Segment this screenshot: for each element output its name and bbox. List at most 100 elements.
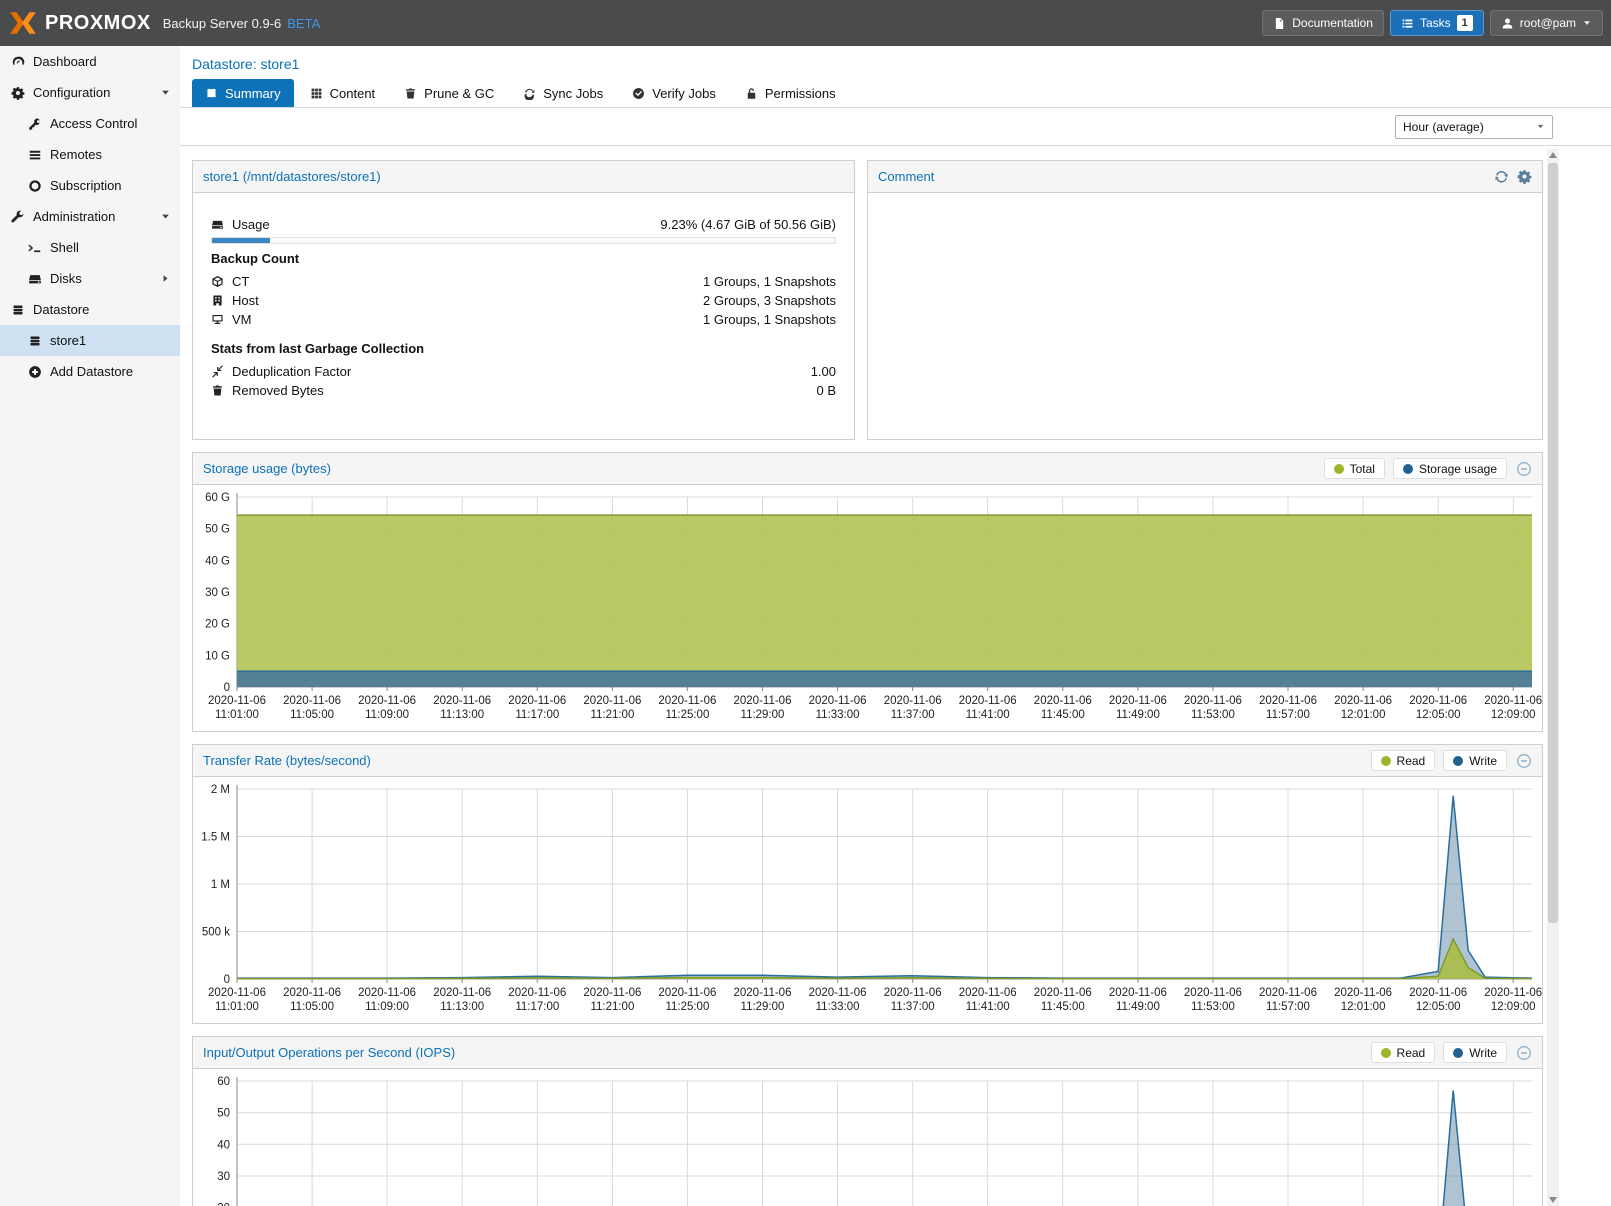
legend-item-total[interactable]: Total bbox=[1324, 458, 1385, 479]
svg-text:2020-11-06: 2020-11-06 bbox=[283, 987, 341, 999]
svg-text:2020-11-06: 2020-11-06 bbox=[959, 695, 1017, 707]
svg-text:2020-11-06: 2020-11-06 bbox=[583, 987, 641, 999]
sidebar-item-access-control[interactable]: Access Control bbox=[0, 108, 180, 139]
usage-progress-fill bbox=[212, 238, 270, 243]
legend-item-write[interactable]: Write bbox=[1443, 1042, 1507, 1063]
svg-text:2020-11-06: 2020-11-06 bbox=[433, 695, 491, 707]
svg-text:12:01:00: 12:01:00 bbox=[1341, 709, 1386, 721]
plus-circle-icon bbox=[28, 365, 42, 379]
check-circle-icon bbox=[632, 87, 645, 100]
svg-text:11:41:00: 11:41:00 bbox=[966, 1001, 1010, 1013]
sidebar-item-dashboard[interactable]: Dashboard bbox=[0, 46, 180, 77]
tab-summary[interactable]: Summary bbox=[192, 79, 294, 107]
row-label: VM bbox=[232, 312, 252, 327]
legend-item-read[interactable]: Read bbox=[1371, 1042, 1436, 1063]
svg-text:11:09:00: 11:09:00 bbox=[365, 709, 409, 721]
svg-text:2020-11-06: 2020-11-06 bbox=[433, 987, 491, 999]
tab-verify-jobs[interactable]: Verify Jobs bbox=[619, 79, 729, 107]
page-title: Datastore: store1 bbox=[180, 46, 1611, 78]
svg-text:2020-11-06: 2020-11-06 bbox=[658, 695, 716, 707]
chevron-right-icon[interactable] bbox=[160, 273, 171, 284]
row-label: Host bbox=[232, 293, 259, 308]
legend-label: Storage usage bbox=[1419, 462, 1497, 476]
svg-text:2020-11-06: 2020-11-06 bbox=[1259, 987, 1317, 999]
monitor-icon bbox=[211, 313, 224, 326]
svg-text:2020-11-06: 2020-11-06 bbox=[884, 695, 942, 707]
sidebar-item-shell[interactable]: Shell bbox=[0, 232, 180, 263]
scrollbar-thumb[interactable] bbox=[1548, 163, 1558, 923]
sidebar-item-label: Remotes bbox=[50, 147, 102, 162]
svg-text:11:57:00: 11:57:00 bbox=[1266, 709, 1310, 721]
vm-row: VM1 Groups, 1 Snapshots bbox=[211, 310, 836, 329]
disk-icon bbox=[28, 272, 42, 286]
usage-progress-bar bbox=[211, 237, 836, 244]
tasks-button[interactable]: Tasks 1 bbox=[1390, 10, 1484, 36]
svg-text:11:37:00: 11:37:00 bbox=[891, 1001, 935, 1013]
scroll-up-arrow-icon[interactable] bbox=[1549, 152, 1557, 158]
svg-text:2020-11-06: 2020-11-06 bbox=[809, 695, 867, 707]
vertical-scrollbar[interactable] bbox=[1547, 149, 1559, 1206]
svg-text:12:05:00: 12:05:00 bbox=[1416, 709, 1461, 721]
svg-text:11:49:00: 11:49:00 bbox=[1116, 709, 1160, 721]
sidebar-item-datastore[interactable]: Datastore bbox=[0, 294, 180, 325]
svg-text:2020-11-06: 2020-11-06 bbox=[208, 987, 266, 999]
time-range-select[interactable]: Hour (average) bbox=[1395, 115, 1553, 139]
chevron-down-icon[interactable] bbox=[160, 211, 171, 222]
tab-prune-gc[interactable]: Prune & GC bbox=[391, 79, 507, 107]
tab-label: Prune & GC bbox=[424, 86, 494, 101]
refresh-icon[interactable] bbox=[1494, 169, 1509, 184]
sidebar-item-configuration[interactable]: Configuration bbox=[0, 77, 180, 108]
tab-content[interactable]: Content bbox=[297, 79, 389, 107]
svg-text:500 k: 500 k bbox=[202, 927, 230, 939]
legend-item-write[interactable]: Write bbox=[1443, 750, 1507, 771]
main-area: Datastore: store1 SummaryContent Prune & … bbox=[180, 46, 1611, 1206]
svg-text:2020-11-06: 2020-11-06 bbox=[1184, 695, 1242, 707]
collapse-icon[interactable] bbox=[1516, 753, 1532, 769]
removed-row: Removed Bytes0 B bbox=[211, 381, 836, 400]
legend-label: Total bbox=[1350, 462, 1375, 476]
svg-text:11:41:00: 11:41:00 bbox=[966, 709, 1010, 721]
wrench-icon bbox=[11, 210, 25, 224]
svg-text:12:01:00: 12:01:00 bbox=[1341, 1001, 1386, 1013]
svg-text:11:29:00: 11:29:00 bbox=[741, 709, 785, 721]
sidebar-item-remotes[interactable]: Remotes bbox=[0, 139, 180, 170]
legend-item-storage-usage[interactable]: Storage usage bbox=[1393, 458, 1507, 479]
sync-icon bbox=[523, 87, 536, 100]
legend-label: Write bbox=[1469, 754, 1497, 768]
svg-text:11:13:00: 11:13:00 bbox=[440, 1001, 484, 1013]
sidebar-item-administration[interactable]: Administration bbox=[0, 201, 180, 232]
sidebar-item-label: Shell bbox=[50, 240, 79, 255]
sidebar-item-subscription[interactable]: Subscription bbox=[0, 170, 180, 201]
legend-item-read[interactable]: Read bbox=[1371, 750, 1436, 771]
svg-text:11:09:00: 11:09:00 bbox=[365, 1001, 409, 1013]
svg-text:2020-11-06: 2020-11-06 bbox=[1109, 695, 1167, 707]
tab-sync-jobs[interactable]: Sync Jobs bbox=[510, 79, 616, 107]
sidebar-item-label: store1 bbox=[50, 333, 86, 348]
svg-text:2020-11-06: 2020-11-06 bbox=[508, 695, 566, 707]
documentation-button[interactable]: Documentation bbox=[1262, 10, 1384, 36]
svg-text:2020-11-06: 2020-11-06 bbox=[1484, 987, 1542, 999]
svg-text:11:37:00: 11:37:00 bbox=[891, 709, 935, 721]
task-list-icon bbox=[1401, 17, 1414, 30]
beta-link[interactable]: BETA bbox=[287, 16, 320, 31]
sidebar-item-label: Disks bbox=[50, 271, 82, 286]
gear-icon[interactable] bbox=[1517, 169, 1532, 184]
scroll-down-arrow-icon[interactable] bbox=[1549, 1197, 1557, 1203]
sidebar-item-disks[interactable]: Disks bbox=[0, 263, 180, 294]
user-menu-button[interactable]: root@pam bbox=[1490, 10, 1603, 36]
chevron-down-icon[interactable] bbox=[160, 87, 171, 98]
sidebar-item-store1[interactable]: store1 bbox=[0, 325, 180, 356]
chevron-down-icon bbox=[1582, 18, 1592, 28]
collapse-icon[interactable] bbox=[1516, 1045, 1532, 1061]
tab-permissions[interactable]: Permissions bbox=[732, 79, 849, 107]
svg-text:1 M: 1 M bbox=[211, 879, 230, 891]
svg-text:2020-11-06: 2020-11-06 bbox=[1334, 987, 1392, 999]
sidebar-item-add-datastore[interactable]: Add Datastore bbox=[0, 356, 180, 387]
svg-text:2020-11-06: 2020-11-06 bbox=[358, 987, 416, 999]
svg-text:11:01:00: 11:01:00 bbox=[215, 1001, 259, 1013]
usage-label: Usage bbox=[232, 217, 270, 232]
sidebar-item-label: Subscription bbox=[50, 178, 122, 193]
svg-text:11:17:00: 11:17:00 bbox=[515, 1001, 559, 1013]
collapse-icon[interactable] bbox=[1516, 461, 1532, 477]
svg-text:12:05:00: 12:05:00 bbox=[1416, 1001, 1461, 1013]
